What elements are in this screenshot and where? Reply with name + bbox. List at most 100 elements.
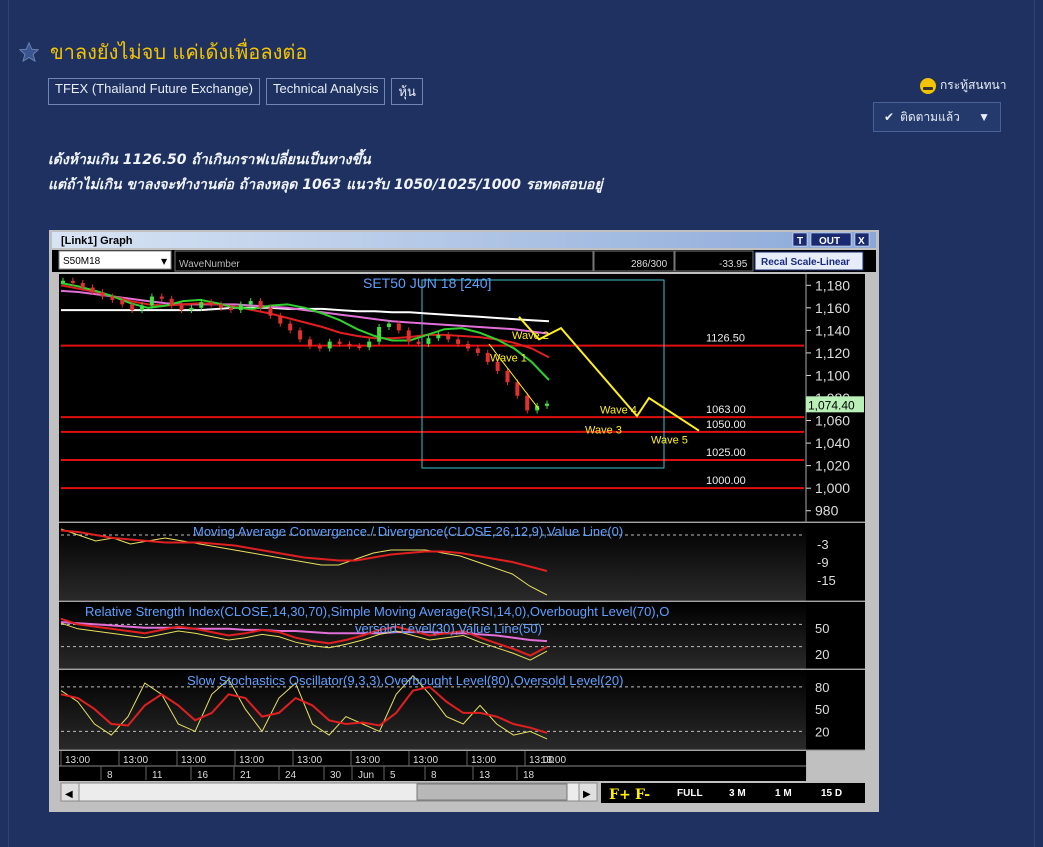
candle-body bbox=[357, 346, 362, 349]
candle-body bbox=[100, 292, 105, 297]
range-3m-button[interactable]: 3 M bbox=[729, 788, 746, 799]
stoch-y-tick: 80 bbox=[815, 680, 829, 695]
candle-body bbox=[337, 341, 342, 344]
tag-stock[interactable]: หุ้น bbox=[391, 78, 423, 105]
tag-technical-analysis[interactable]: Technical Analysis bbox=[265, 78, 386, 105]
candle-body bbox=[545, 403, 549, 406]
range-1m-button[interactable]: 1 M bbox=[775, 788, 792, 799]
symbol-value: S50M18 bbox=[63, 256, 101, 267]
y-tick-label: 1,100 bbox=[815, 367, 850, 383]
check-icon: ✔ bbox=[884, 109, 895, 124]
date-tick-label: 13 bbox=[479, 770, 491, 781]
time-tick-label: 13:00 bbox=[471, 755, 496, 766]
price-change: -33.95 bbox=[719, 259, 748, 270]
button-out[interactable]: OUT bbox=[810, 232, 852, 247]
candle-body bbox=[367, 341, 372, 348]
date-tick-label: 18 bbox=[523, 770, 535, 781]
main-chart-title: SET50 JUN 18 [240] bbox=[363, 275, 491, 291]
rsi-title: Relative Strength Index(CLOSE,14,30,70),… bbox=[85, 604, 669, 619]
chart-svg: [Link1] Graph T OUT X S50M18 ▼ WaveNumbe… bbox=[49, 230, 879, 812]
tag-tfex[interactable]: TFEX (Thailand Future Exchange) bbox=[48, 78, 260, 105]
bar-count: 286/300 bbox=[631, 259, 668, 270]
date-tick-label: 21 bbox=[240, 770, 252, 781]
wave-label: Wave 5 bbox=[651, 435, 688, 447]
level-label: 1063.00 bbox=[706, 404, 746, 416]
y-tick-label: 1,020 bbox=[815, 458, 850, 474]
symbol-select[interactable]: S50M18 ▼ bbox=[58, 250, 172, 270]
range-full-button[interactable]: FULL bbox=[677, 788, 703, 799]
post-body-line-1: เด้งห้ามเกิน 1126.50 ถ้าเกินกราฟเปลี่ยนเ… bbox=[48, 152, 371, 168]
date-tick-label: 8 bbox=[107, 770, 113, 781]
y-tick-label: 1,140 bbox=[815, 322, 850, 338]
candle-body bbox=[159, 296, 164, 299]
indicator-field-text: WaveNumber bbox=[179, 259, 240, 270]
post-title: ขาลงยังไม่จบ แค่เด้งเพื่อลงต่อ bbox=[50, 40, 308, 64]
date-tick-label: 8 bbox=[431, 770, 437, 781]
candle-body bbox=[505, 370, 510, 383]
button-out-label: OUT bbox=[819, 236, 840, 247]
candle-body bbox=[396, 323, 401, 331]
candle-body bbox=[446, 334, 451, 340]
tag-list: TFEX (Thailand Future Exchange) Technica… bbox=[48, 78, 423, 105]
range-15d-button[interactable]: 15 D bbox=[821, 788, 842, 799]
post-body: เด้งห้ามเกิน 1126.50 ถ้าเกินกราฟเปลี่ยนเ… bbox=[48, 148, 603, 198]
candle-body bbox=[426, 338, 431, 344]
date-tick-label: 11 bbox=[152, 770, 163, 781]
post-body-line-2: แต่ถ้าไม่เกิน ขาลงจะทำงานต่อ ถ้าลงหลุด 1… bbox=[48, 177, 603, 193]
follow-button[interactable]: ✔ ติดตามแล้ว ▼ bbox=[873, 102, 1001, 132]
candle-body bbox=[386, 323, 391, 327]
room-link[interactable]: กระทู้สนทนา bbox=[920, 76, 1006, 95]
time-tick-label: 13:00 bbox=[413, 755, 438, 766]
candle-body bbox=[120, 299, 125, 305]
candle-body bbox=[347, 343, 352, 347]
indicator-field[interactable]: WaveNumber bbox=[174, 250, 594, 272]
wave-label: Wave 3 bbox=[585, 425, 622, 437]
button-t[interactable]: T bbox=[792, 232, 808, 247]
time-tick-label: 13:00 bbox=[541, 755, 566, 766]
y-tick-label: 1,060 bbox=[815, 413, 850, 429]
post-header: ขาลงยังไม่จบ แค่เด้งเพื่อลงต่อ bbox=[18, 36, 307, 68]
date-tick-label: 16 bbox=[197, 770, 209, 781]
candle-body bbox=[209, 302, 214, 305]
stoch-title: Slow Stochastics Oscillator(9,3,3),Overb… bbox=[187, 673, 623, 688]
date-tick-label: 30 bbox=[330, 770, 342, 781]
candle-body bbox=[416, 341, 421, 344]
arrow-right-icon: ▶ bbox=[583, 789, 591, 800]
close-button[interactable]: X bbox=[854, 232, 870, 247]
time-tick-label: 13:00 bbox=[297, 755, 322, 766]
candle-body bbox=[238, 304, 243, 311]
level-label: 1126.50 bbox=[706, 333, 745, 345]
level-label: 1050.00 bbox=[706, 419, 746, 431]
candle-body bbox=[179, 305, 184, 311]
time-tick-label: 13:00 bbox=[355, 755, 380, 766]
scroll-right-button[interactable]: ▶ bbox=[578, 782, 598, 802]
recal-scale-label: Recal Scale-Linear bbox=[761, 257, 850, 268]
candle-body bbox=[465, 343, 470, 349]
zoom-in-button[interactable]: F+ bbox=[609, 787, 631, 803]
horizontal-scrollbar-thumb[interactable] bbox=[416, 783, 568, 801]
time-tick-label: 13:00 bbox=[123, 755, 148, 766]
candle-body bbox=[149, 296, 154, 306]
follow-label: ติดตามแล้ว bbox=[900, 109, 960, 124]
recal-scale-button[interactable]: Recal Scale-Linear bbox=[754, 251, 864, 271]
macd-y-tick: -3 bbox=[817, 537, 829, 552]
time-tick-label: 13:00 bbox=[239, 755, 264, 766]
room-label: กระทู้สนทนา bbox=[940, 78, 1007, 92]
wave-label: Wave 4 bbox=[600, 404, 637, 416]
time-tick-label: 13:00 bbox=[181, 755, 206, 766]
candle-body bbox=[515, 382, 520, 396]
zoom-out-button[interactable]: F- bbox=[635, 787, 650, 803]
y-tick-label: 1,040 bbox=[815, 435, 850, 451]
y-tick-label: 1,180 bbox=[815, 277, 850, 293]
last-price-label: 1,074.40 bbox=[808, 398, 855, 412]
scroll-left-button[interactable]: ◀ bbox=[60, 782, 80, 802]
level-label: 1025.00 bbox=[706, 447, 746, 459]
candle-body bbox=[475, 348, 480, 353]
candle-body bbox=[80, 283, 85, 288]
candle-body bbox=[456, 339, 461, 344]
date-tick-label: Jun bbox=[358, 770, 374, 781]
candle-body bbox=[70, 280, 75, 284]
candle-body bbox=[189, 307, 194, 311]
candle-body bbox=[307, 339, 312, 347]
star-icon[interactable] bbox=[18, 41, 40, 63]
